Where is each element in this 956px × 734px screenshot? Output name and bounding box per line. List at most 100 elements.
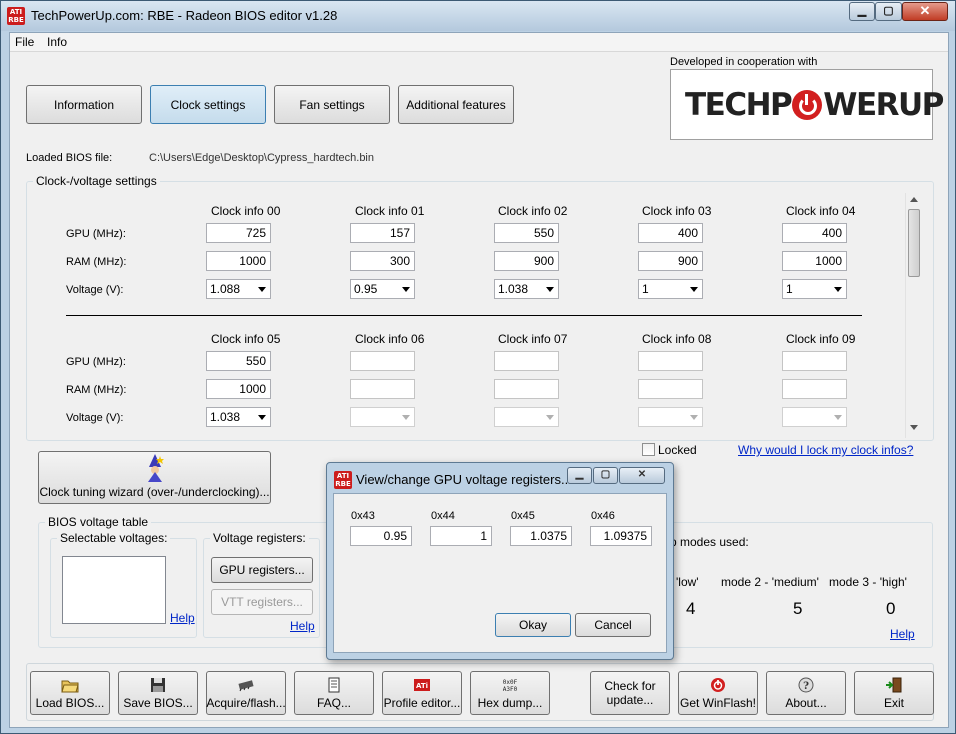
- check-update-label: Check for update...: [604, 679, 656, 707]
- svg-text:0x0F: 0x0F: [503, 679, 518, 686]
- close-button[interactable]: ✕: [902, 2, 948, 21]
- voltage-select[interactable]: 0.95: [350, 279, 415, 299]
- load-bios-label: Load BIOS...: [35, 695, 105, 710]
- acquire-flash-button[interactable]: Acquire/flash...: [206, 671, 286, 715]
- clock-group-title: Clock-/voltage settings: [33, 174, 160, 188]
- hex-dump-button[interactable]: 0x0F A3F0 Hex dump...: [470, 671, 550, 715]
- lock-info-link[interactable]: Why would I lock my clock infos?: [738, 443, 913, 457]
- ram-clock-input[interactable]: [638, 379, 703, 399]
- clock-info-header: Clock info 00: [211, 204, 281, 218]
- gpu-mhz-label: GPU (MHz):: [66, 228, 126, 240]
- exit-button[interactable]: Exit: [854, 671, 934, 715]
- menu-info[interactable]: Info: [47, 35, 67, 49]
- title-bar[interactable]: ATI RBE TechPowerUp.com: RBE - Radeon BI…: [1, 1, 955, 31]
- cooperation-text: Developed in cooperation with: [670, 56, 818, 68]
- voltage-select[interactable]: 1.038: [494, 279, 559, 299]
- wizard-icon: [147, 454, 164, 482]
- about-label: About...: [785, 695, 827, 710]
- voltage-select[interactable]: 1.038: [206, 407, 271, 427]
- voltage-select[interactable]: [638, 407, 703, 427]
- tab-information[interactable]: Information: [26, 85, 142, 124]
- register-value-input[interactable]: 0.95: [350, 526, 412, 546]
- dialog-close-button[interactable]: ✕: [619, 467, 665, 484]
- voltage-select[interactable]: [350, 407, 415, 427]
- dialog-minimize-button[interactable]: ▁: [567, 467, 592, 484]
- gpu-clock-input[interactable]: [638, 351, 703, 371]
- load-bios-button[interactable]: Load BIOS...: [30, 671, 110, 715]
- gpu-clock-input[interactable]: [350, 351, 415, 371]
- hex-icon: 0x0FA3F0: [503, 679, 518, 693]
- mode3-label: mode 3 - 'high': [829, 575, 907, 589]
- ram-clock-input[interactable]: 1000: [206, 379, 271, 399]
- gpu-clock-input[interactable]: 157: [350, 223, 415, 243]
- get-winflash-button[interactable]: Get WinFlash!: [678, 671, 758, 715]
- voltage-select[interactable]: 1: [638, 279, 703, 299]
- open-folder-icon: [61, 680, 79, 692]
- voltage-registers-help-link[interactable]: Help: [290, 619, 315, 633]
- gpu-clock-input[interactable]: 725: [206, 223, 271, 243]
- voltage-select[interactable]: [494, 407, 559, 427]
- ram-clock-input[interactable]: 900: [638, 251, 703, 271]
- voltage-select[interactable]: 1.088: [206, 279, 271, 299]
- locked-checkbox[interactable]: [642, 443, 655, 456]
- clock-info-header: Clock info 06: [355, 332, 425, 346]
- faq-button[interactable]: FAQ...: [294, 671, 374, 715]
- modes-help-link[interactable]: Help: [890, 627, 915, 641]
- techpowerup-wordmark: TECHP WERUP: [685, 87, 944, 123]
- clock-info-header: Clock info 09: [786, 332, 856, 346]
- chevron-down-icon: [258, 287, 266, 292]
- ram-clock-input[interactable]: 1000: [206, 251, 271, 271]
- scroll-up-arrow-icon[interactable]: [910, 197, 918, 202]
- gpu-clock-input[interactable]: 550: [494, 223, 559, 243]
- tab-additional-features[interactable]: Additional features: [398, 85, 514, 124]
- selectable-voltages-list[interactable]: [62, 556, 166, 624]
- selectable-voltages-title: Selectable voltages:: [57, 531, 171, 545]
- gpu-clock-input[interactable]: [494, 351, 559, 371]
- voltage-select[interactable]: 1: [782, 279, 847, 299]
- register-value-input[interactable]: 1.0375: [510, 526, 572, 546]
- menu-file[interactable]: File: [15, 35, 34, 49]
- window-title: TechPowerUp.com: RBE - Radeon BIOS edito…: [31, 8, 338, 23]
- gpu-clock-input[interactable]: [782, 351, 847, 371]
- check-update-button[interactable]: Check for update...: [590, 671, 670, 715]
- chevron-down-icon: [690, 415, 698, 420]
- ram-clock-input[interactable]: 900: [494, 251, 559, 271]
- gpu-registers-button[interactable]: GPU registers...: [211, 557, 313, 583]
- selectable-voltages-help-link[interactable]: Help: [170, 611, 195, 625]
- okay-button[interactable]: Okay: [495, 613, 571, 637]
- ram-clock-input[interactable]: [494, 379, 559, 399]
- ram-clock-input[interactable]: [782, 379, 847, 399]
- ati-logo-icon: ATi: [414, 678, 430, 691]
- chevron-down-icon: [546, 287, 554, 292]
- save-bios-button[interactable]: Save BIOS...: [118, 671, 198, 715]
- menu-bar: File Info: [10, 33, 948, 52]
- minimize-button[interactable]: ▁: [849, 2, 875, 21]
- scroll-thumb[interactable]: [908, 209, 920, 277]
- voltage-value: 1.038: [498, 282, 529, 296]
- cancel-button[interactable]: Cancel: [575, 613, 651, 637]
- scroll-down-arrow-icon[interactable]: [910, 425, 918, 430]
- register-value-input[interactable]: 1: [430, 526, 492, 546]
- profile-editor-button[interactable]: ATi Profile editor...: [382, 671, 462, 715]
- clock-info-header: Clock info 04: [786, 204, 856, 218]
- gpu-clock-input[interactable]: 550: [206, 351, 271, 371]
- voltage-select[interactable]: [782, 407, 847, 427]
- about-button[interactable]: ? About...: [766, 671, 846, 715]
- ram-clock-input[interactable]: [350, 379, 415, 399]
- maximize-button[interactable]: ▢: [875, 2, 902, 21]
- gpu-clock-input[interactable]: 400: [782, 223, 847, 243]
- vtt-registers-button[interactable]: VTT registers...: [211, 589, 313, 615]
- clock-tuning-wizard-button[interactable]: Clock tuning wizard (over-/underclocking…: [38, 451, 271, 504]
- gpu-clock-input[interactable]: 400: [638, 223, 703, 243]
- techpowerup-logo[interactable]: TECHP WERUP: [670, 69, 944, 140]
- chevron-down-icon: [834, 415, 842, 420]
- dialog-maximize-button[interactable]: ▢: [593, 467, 618, 484]
- tab-clock-settings[interactable]: Clock settings: [150, 85, 266, 124]
- power-logo-icon: [792, 90, 823, 120]
- info-icon: ?: [798, 677, 814, 692]
- ram-clock-input[interactable]: 1000: [782, 251, 847, 271]
- ram-clock-input[interactable]: 300: [350, 251, 415, 271]
- tab-fan-settings[interactable]: Fan settings: [274, 85, 390, 124]
- clock-scrollbar[interactable]: [905, 193, 922, 438]
- register-value-input[interactable]: 1.09375: [590, 526, 652, 546]
